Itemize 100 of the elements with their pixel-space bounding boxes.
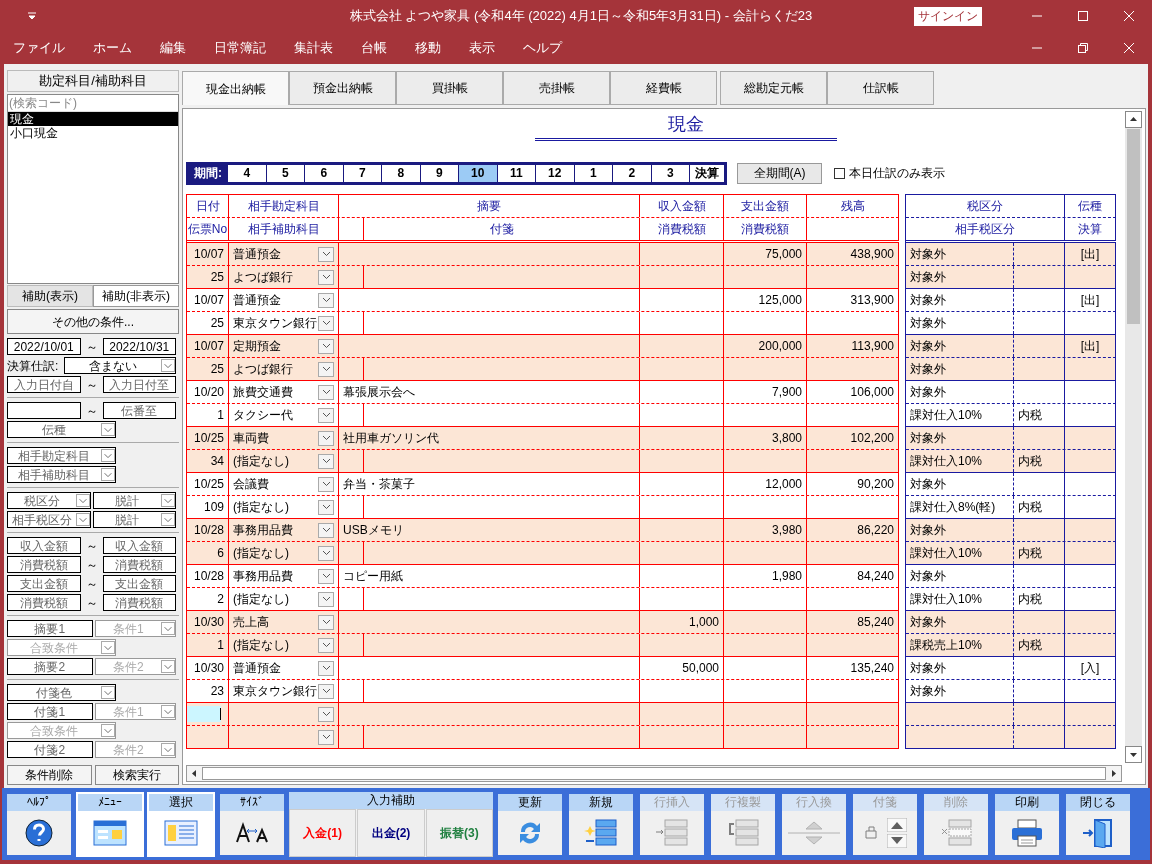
input-field[interactable]: 消費税額: [102, 594, 176, 611]
dropdown[interactable]: 伝種: [7, 421, 116, 438]
dropdown-button[interactable]: [318, 499, 334, 515]
input-field[interactable]: 消費税額: [7, 594, 81, 611]
dropdown-button[interactable]: [318, 522, 334, 538]
menu-item[interactable]: 編集: [160, 38, 186, 58]
dropdown-button[interactable]: [318, 660, 334, 676]
period-tab[interactable]: 11: [497, 164, 535, 182]
dropdown-button[interactable]: [318, 568, 334, 584]
quick-access-icon[interactable]: [26, 10, 38, 22]
period-tab[interactable]: 2: [613, 164, 651, 182]
account-item[interactable]: 現金: [8, 112, 178, 126]
input-field[interactable]: 付箋2: [7, 741, 93, 758]
account-item[interactable]: 小口現金: [8, 126, 178, 140]
input-field[interactable]: 伝番至: [102, 402, 176, 419]
input-field[interactable]: 入力日付至: [102, 376, 176, 393]
input-field[interactable]: 2022/10/31: [102, 338, 176, 355]
toolbar-button[interactable]: ｻｲｽﾞ: [218, 792, 286, 857]
period-tab[interactable]: 6: [305, 164, 343, 182]
vertical-scrollbar[interactable]: [1125, 111, 1142, 763]
period-tab[interactable]: 5: [266, 164, 304, 182]
period-tab[interactable]: 9: [420, 164, 458, 182]
menu-item[interactable]: 集計表: [294, 38, 333, 58]
scroll-down-icon[interactable]: [1125, 746, 1142, 763]
dropdown[interactable]: 相手勘定科目: [7, 447, 116, 464]
dropdown-button[interactable]: [318, 729, 334, 745]
input-field[interactable]: 付箋1: [7, 703, 93, 720]
dropdown[interactable]: 付箋色: [7, 684, 116, 701]
other-conditions-button[interactable]: その他の条件...: [7, 309, 179, 334]
all-periods-button[interactable]: 全期間(A): [737, 162, 822, 184]
period-tab[interactable]: 決算: [690, 164, 724, 182]
menu-item[interactable]: ヘルプ: [523, 38, 562, 58]
dropdown-button[interactable]: [318, 361, 334, 377]
tab[interactable]: 売掛帳: [503, 71, 610, 105]
scroll-up-icon[interactable]: [1125, 111, 1142, 128]
entry-type-button[interactable]: 振替(3): [425, 809, 493, 857]
dropdown[interactable]: 含まない: [64, 357, 176, 374]
dropdown-button[interactable]: [318, 315, 334, 331]
dropdown-button[interactable]: [318, 476, 334, 492]
input-field[interactable]: 収入金額: [102, 537, 176, 554]
toolbar-button[interactable]: 更新: [496, 792, 564, 857]
search-action-button[interactable]: 条件削除: [7, 765, 92, 785]
search-field[interactable]: (検索コード): [8, 95, 178, 112]
input-field[interactable]: 消費税額: [102, 556, 176, 573]
tab[interactable]: 補助(非表示): [93, 285, 179, 307]
toolbar-button[interactable]: 選択: [147, 792, 215, 857]
scrollbar-thumb[interactable]: [1127, 129, 1140, 324]
horizontal-scrollbar[interactable]: [186, 765, 1122, 782]
period-tab[interactable]: 1: [574, 164, 612, 182]
dropdown-button[interactable]: [318, 637, 334, 653]
tab[interactable]: 補助(表示): [7, 285, 93, 307]
period-tab[interactable]: 8: [382, 164, 420, 182]
signin-button[interactable]: サインイン: [914, 6, 982, 26]
input-field[interactable]: 収入金額: [7, 537, 81, 554]
dropdown-button[interactable]: [318, 706, 334, 722]
dropdown[interactable]: 脱計: [92, 511, 176, 528]
input-field[interactable]: 入力日付自: [7, 376, 81, 393]
dropdown-button[interactable]: [318, 246, 334, 262]
dropdown-button[interactable]: [318, 545, 334, 561]
menu-item[interactable]: 移動: [415, 38, 441, 58]
dropdown-button[interactable]: [318, 453, 334, 469]
dropdown[interactable]: 脱計: [92, 492, 176, 509]
input-field[interactable]: 消費税額: [7, 556, 81, 573]
dropdown-button[interactable]: [318, 407, 334, 423]
dropdown-button[interactable]: [318, 683, 334, 699]
dropdown-button[interactable]: [318, 591, 334, 607]
entry-type-button[interactable]: 出金(2): [357, 809, 425, 857]
selected-cell[interactable]: [187, 706, 221, 722]
menu-item[interactable]: 表示: [469, 38, 495, 58]
tab[interactable]: 現金出納帳: [182, 71, 289, 105]
input-field[interactable]: 2022/10/01: [7, 338, 81, 355]
dropdown-button[interactable]: [318, 338, 334, 354]
dropdown-button[interactable]: [318, 292, 334, 308]
input-field[interactable]: 摘要1: [7, 620, 93, 637]
menu-item[interactable]: ホーム: [93, 38, 132, 58]
dropdown[interactable]: 相手補助科目: [7, 466, 116, 483]
dropdown-button[interactable]: [318, 430, 334, 446]
checkbox[interactable]: [834, 167, 845, 179]
search-action-button[interactable]: 検索実行: [94, 765, 179, 785]
toolbar-button[interactable]: ﾍﾙﾌﾟ: [5, 792, 73, 857]
tab[interactable]: 買掛帳: [396, 71, 503, 105]
dropdown[interactable]: 税区分: [7, 492, 91, 509]
period-tab[interactable]: 7: [343, 164, 381, 182]
dropdown-button[interactable]: [318, 269, 334, 285]
dropdown-button[interactable]: [318, 614, 334, 630]
menu-item[interactable]: 日常簿記: [214, 38, 266, 58]
tab[interactable]: 総勘定元帳: [720, 71, 827, 105]
menu-item[interactable]: ファイル: [13, 38, 65, 58]
toolbar-button[interactable]: 新規: [567, 792, 635, 857]
period-tab[interactable]: 12: [536, 164, 574, 182]
input-field[interactable]: 支出金額: [102, 575, 176, 592]
tab[interactable]: 仕訳帳: [827, 71, 934, 105]
input-field[interactable]: 支出金額: [7, 575, 81, 592]
toolbar-button[interactable]: 閉じる: [1064, 792, 1132, 857]
period-tab[interactable]: 3: [651, 164, 689, 182]
toolbar-button[interactable]: ﾒﾆｭｰ: [76, 792, 144, 857]
scrollbar-thumb[interactable]: [202, 767, 1106, 780]
dropdown[interactable]: 相手税区分: [7, 511, 91, 528]
period-tab[interactable]: 4: [228, 164, 266, 182]
input-field[interactable]: 摘要2: [7, 658, 93, 675]
